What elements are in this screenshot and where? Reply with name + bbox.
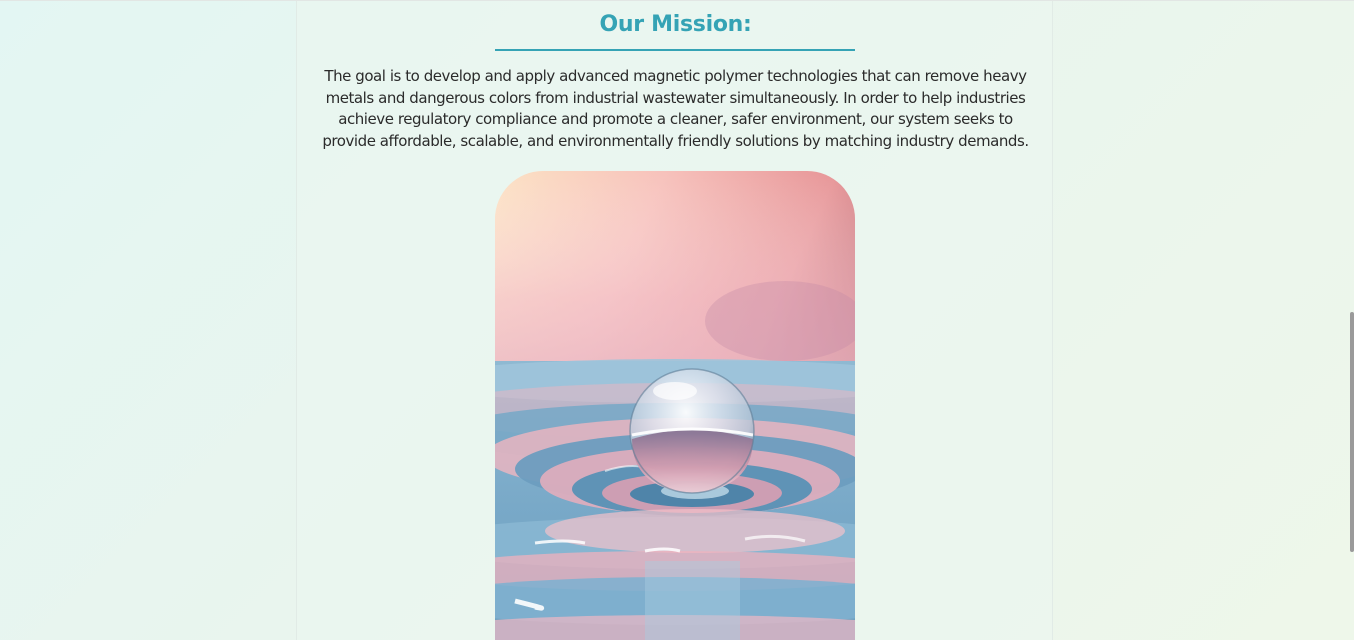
mission-title: Our Mission:: [599, 12, 752, 37]
mission-paragraph: The goal is to develop and apply advance…: [322, 67, 1029, 150]
title-underline: [495, 49, 855, 51]
water-droplet-image: [495, 171, 855, 640]
vertical-scrollbar[interactable]: [1350, 312, 1354, 552]
mission-section: Our Mission: The goal is to develop and …: [296, 1, 1053, 640]
